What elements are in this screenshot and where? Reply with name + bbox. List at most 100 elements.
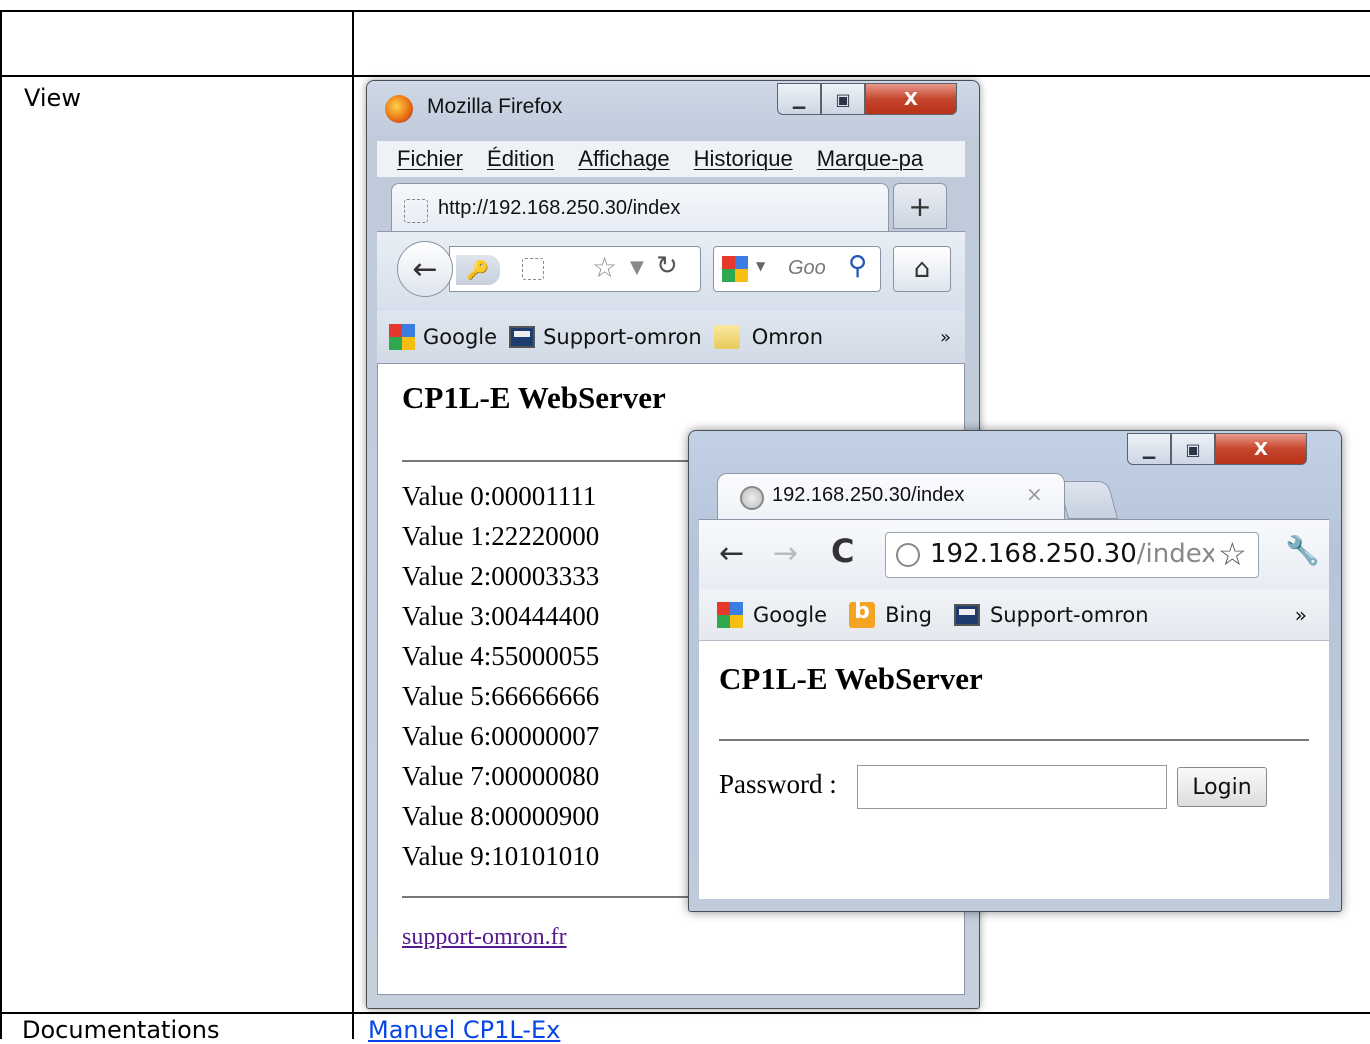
forward-arrow-icon[interactable]: → [773,536,798,571]
bookmarks-overflow-button[interactable]: » [1295,603,1307,627]
firefox-tab[interactable]: http://192.168.250.30/index [391,183,889,233]
menu-marque-pages[interactable]: Marque-pa [817,146,923,172]
bookmark-support-omron[interactable]: Support-omron [953,602,1149,627]
new-tab-button[interactable] [1057,481,1119,519]
bookmark-label: Bing [885,602,932,627]
url-host: 192.168.250.30 [930,539,1137,569]
maximize-icon[interactable]: ▣ [1171,433,1215,465]
menu-historique[interactable]: Historique [694,146,793,172]
chrome-bookmarks-bar: Google Bing Support-omron » [699,589,1329,641]
value-item: Value 8:00000900 [402,801,600,831]
globe-icon [740,486,764,510]
reload-icon[interactable]: C [831,532,854,570]
value-item: Value 7:00000080 [402,761,600,791]
chrome-tab[interactable]: 192.168.250.30/index × [717,473,1065,521]
bookmark-label: Google [753,602,828,627]
close-icon[interactable]: X [865,83,957,115]
bookmark-star-icon[interactable]: ☆ [592,251,617,284]
page-title: CP1L-E WebServer [402,380,666,415]
close-icon[interactable]: X [1215,433,1307,465]
google-icon [389,324,415,350]
bookmark-star-icon[interactable]: ☆ [1214,535,1247,573]
wrench-icon[interactable]: 🔧 [1285,534,1320,567]
minimize-icon[interactable]: ▁ [1127,433,1171,465]
home-button[interactable]: ⌂ [893,246,951,292]
new-tab-button[interactable]: + [893,183,947,229]
value-item: Value 9:10101010 [402,841,600,871]
chrome-window-controls: ▁ ▣ X [1127,433,1307,465]
search-engine-dropdown-icon[interactable]: ▼ [756,259,765,273]
table-border-left [0,10,2,1039]
chrome-window: ▁ ▣ X 192.168.250.30/index × ← → C 192.1… [688,430,1342,912]
menu-fichier[interactable]: Fichier [397,146,463,172]
screen-icon [953,603,980,626]
table-row-divider [0,75,1370,77]
value-item: Value 1:22220000 [402,521,600,551]
firefox-titlebar: Mozilla Firefox ▁ ▣ X [367,81,979,135]
password-field[interactable] [857,765,1167,809]
bookmark-bing[interactable]: Bing [849,599,932,628]
password-label: Password : [719,769,837,799]
bookmark-label: Support-omron [543,325,702,349]
firefox-logo-icon [385,95,413,123]
firefox-menubar: Fichier Édition Affichage Historique Mar… [377,141,965,177]
bookmark-google[interactable]: Google [389,324,497,350]
back-button[interactable]: ← [397,241,453,297]
bookmark-label: Google [423,325,498,349]
bing-icon [849,599,876,628]
firefox-bookmarks-bar: Google Support-omron Omron » [377,311,965,363]
value-item: Value 5:66666666 [402,681,600,711]
search-placeholder: Goo [788,257,826,279]
url-dropdown-icon[interactable]: ▼ [630,257,644,278]
minimize-icon[interactable]: ▁ [777,83,821,115]
bookmark-omron[interactable]: Omron [713,325,824,349]
bookmark-google[interactable]: Google [717,601,828,628]
bookmarks-overflow-button[interactable]: » [940,327,951,348]
support-omron-link[interactable]: support-omron.fr [402,924,567,951]
site-identity-icon[interactable]: 🔑 [456,255,500,285]
value-item: Value 6:00000007 [402,721,600,751]
value-item: Value 0:00001111 [402,481,597,511]
home-icon: ⌂ [913,254,931,284]
blank-page-icon [404,199,428,223]
tab-close-icon[interactable]: × [1026,482,1043,506]
row-label-view: View [24,84,81,112]
page-title: CP1L-E WebServer [719,661,983,696]
firefox-window-title: Mozilla Firefox [427,95,563,118]
value-item: Value 4:55000055 [402,641,600,671]
table-row-divider [0,1012,1370,1014]
menu-affichage[interactable]: Affichage [578,146,669,172]
search-icon[interactable]: ⚲ [848,251,867,281]
firefox-tab-label: http://192.168.250.30/index [438,197,681,219]
chrome-navbar: ← → C 192.168.250.30/index ☆ 🔧 [699,519,1329,589]
manual-link[interactable]: Manuel CP1L-Ex [368,1016,560,1044]
login-button[interactable]: Login [1177,767,1267,807]
bookmark-label: Support-omron [989,602,1149,627]
google-icon [717,601,743,628]
table-column-divider [352,10,354,1039]
firefox-window-controls: ▁ ▣ X [777,83,957,115]
url-path: /index [1136,539,1217,569]
menu-edition[interactable]: Édition [487,146,554,172]
table-border-top [0,10,1370,12]
bookmark-label: Omron [751,325,824,349]
chrome-page-content: CP1L-E WebServer Password : Login [699,641,1329,899]
row-label-documentations: Documentations [22,1016,220,1044]
bookmark-support-omron[interactable]: Support-omron [509,325,702,349]
divider [719,739,1309,741]
chrome-url: 192.168.250.30/index [930,539,1217,569]
chrome-omnibox[interactable]: 192.168.250.30/index ☆ [885,532,1259,578]
blank-page-icon [522,258,544,280]
values-list: Value 0:00001111 Value 1:22220000 Value … [402,476,599,876]
chrome-tab-label: 192.168.250.30/index [772,484,965,506]
firefox-search-box[interactable]: ▼ Goo ⚲ [713,246,881,292]
google-icon [722,256,748,282]
folder-icon [713,325,740,349]
firefox-navbar: 🔑 ☆ ▼ ↻ ← ▼ Goo ⚲ ⌂ [377,231,965,311]
reload-icon[interactable]: ↻ [656,251,678,281]
firefox-url-bar[interactable]: 🔑 ☆ ▼ ↻ [449,246,701,292]
back-arrow-icon[interactable]: ← [719,536,744,571]
back-arrow-icon: ← [412,251,438,287]
maximize-icon[interactable]: ▣ [821,83,865,115]
globe-icon [896,543,920,567]
